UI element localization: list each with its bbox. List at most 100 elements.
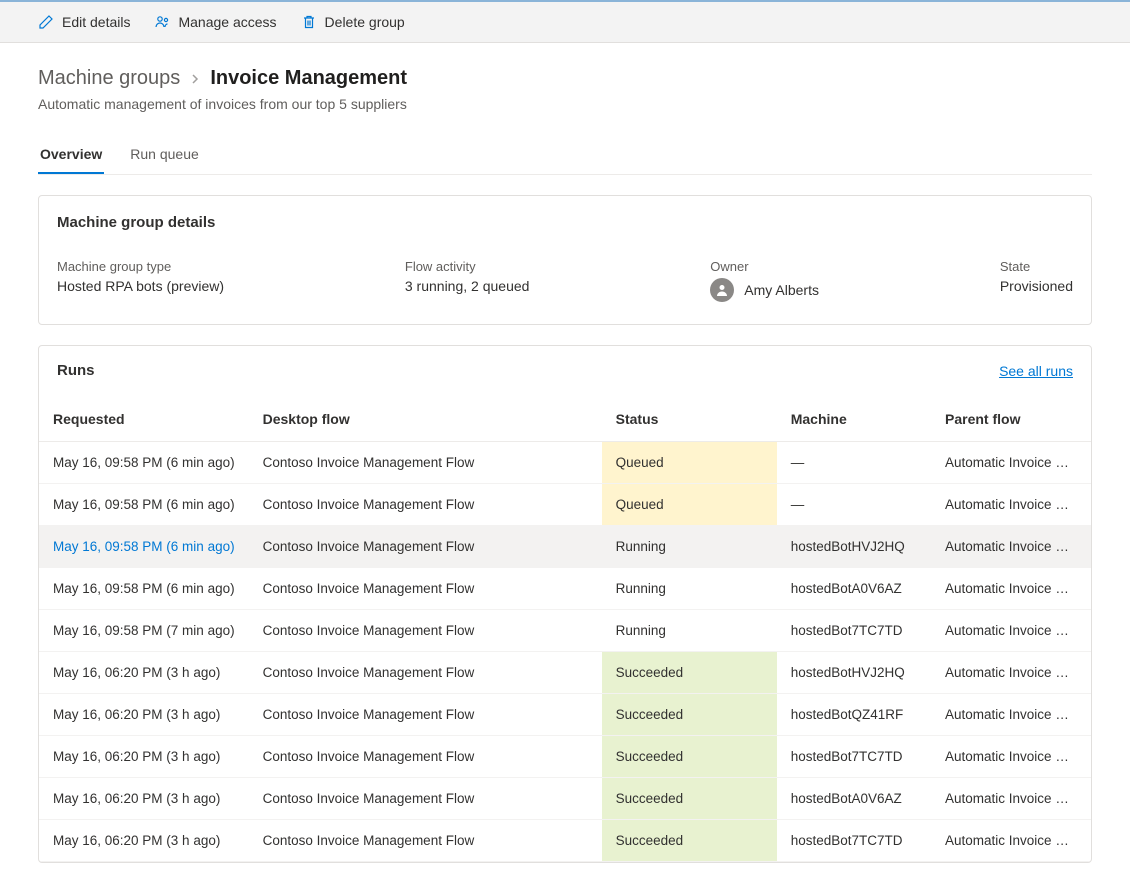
avatar <box>710 278 734 302</box>
col-parent-flow[interactable]: Parent flow <box>931 397 1091 442</box>
tab-overview[interactable]: Overview <box>38 136 104 174</box>
cell-requested: May 16, 06:20 PM (3 h ago) <box>39 694 249 736</box>
breadcrumb-parent[interactable]: Machine groups <box>38 67 180 90</box>
cell-flow: Contoso Invoice Management Flow <box>249 610 602 652</box>
cell-machine: hostedBot7TC7TD <box>777 820 931 862</box>
cell-parent: Automatic Invoice Manage... <box>931 568 1091 610</box>
cell-status: Succeeded <box>602 820 777 862</box>
cell-flow: Contoso Invoice Management Flow <box>249 820 602 862</box>
toolbar: Edit details Manage access Delete group <box>0 0 1130 43</box>
cell-parent: Automatic Invoice Manage... <box>931 484 1091 526</box>
cell-machine: — <box>777 484 931 526</box>
cell-requested: May 16, 06:20 PM (3 h ago) <box>39 736 249 778</box>
table-row[interactable]: May 16, 06:20 PM (3 h ago)Contoso Invoic… <box>39 736 1091 778</box>
cell-parent: Automatic Invoice Manage... <box>931 736 1091 778</box>
detail-state-value: Provisioned <box>1000 278 1073 294</box>
cell-machine: hostedBotHVJ2HQ <box>777 652 931 694</box>
see-all-runs-link[interactable]: See all runs <box>999 363 1073 379</box>
cell-requested: May 16, 09:58 PM (6 min ago) <box>39 484 249 526</box>
runs-card: Runs See all runs Requested Desktop flow… <box>38 345 1092 863</box>
cell-status: Queued <box>602 442 777 484</box>
table-row[interactable]: May 16, 09:58 PM (6 min ago)Contoso Invo… <box>39 568 1091 610</box>
col-status[interactable]: Status <box>602 397 777 442</box>
detail-type-label: Machine group type <box>57 259 224 274</box>
delete-group-button[interactable]: Delete group <box>301 14 405 30</box>
detail-state-label: State <box>1000 259 1073 274</box>
cell-flow: Contoso Invoice Management Flow <box>249 736 602 778</box>
cell-status: Running <box>602 610 777 652</box>
table-row[interactable]: May 16, 06:20 PM (3 h ago)Contoso Invoic… <box>39 694 1091 736</box>
detail-activity-label: Flow activity <box>405 259 530 274</box>
cell-flow: Contoso Invoice Management Flow <box>249 778 602 820</box>
cell-parent: Automatic Invoice Manage... <box>931 610 1091 652</box>
cell-flow: Contoso Invoice Management Flow <box>249 694 602 736</box>
page-description: Automatic management of invoices from ou… <box>38 96 1092 112</box>
details-card: Machine group details Machine group type… <box>38 195 1092 325</box>
pencil-icon <box>38 14 54 30</box>
chevron-right-icon <box>190 71 200 87</box>
cell-flow: Contoso Invoice Management Flow <box>249 652 602 694</box>
edit-details-button[interactable]: Edit details <box>38 14 130 30</box>
tab-run-queue[interactable]: Run queue <box>128 136 201 174</box>
edit-details-label: Edit details <box>62 14 130 30</box>
manage-access-button[interactable]: Manage access <box>154 14 276 30</box>
cell-status: Running <box>602 568 777 610</box>
col-machine[interactable]: Machine <box>777 397 931 442</box>
detail-type: Machine group type Hosted RPA bots (prev… <box>57 259 224 302</box>
breadcrumb: Machine groups Invoice Management <box>38 67 1092 90</box>
table-row[interactable]: May 16, 09:58 PM (6 min ago)Contoso Invo… <box>39 526 1091 568</box>
cell-status: Running <box>602 526 777 568</box>
cell-parent: Automatic Invoice Manage... <box>931 526 1091 568</box>
detail-type-value: Hosted RPA bots (preview) <box>57 278 224 294</box>
details-title: Machine group details <box>57 214 1073 231</box>
cell-flow: Contoso Invoice Management Flow <box>249 568 602 610</box>
table-row[interactable]: May 16, 06:20 PM (3 h ago)Contoso Invoic… <box>39 652 1091 694</box>
cell-requested: May 16, 06:20 PM (3 h ago) <box>39 778 249 820</box>
cell-requested: May 16, 06:20 PM (3 h ago) <box>39 820 249 862</box>
cell-parent: Automatic Invoice Manage... <box>931 778 1091 820</box>
cell-parent: Automatic Invoice Manage... <box>931 820 1091 862</box>
people-icon <box>154 14 170 30</box>
cell-requested: May 16, 09:58 PM (6 min ago) <box>39 442 249 484</box>
cell-parent: Automatic Invoice Manage... <box>931 442 1091 484</box>
col-requested[interactable]: Requested <box>39 397 249 442</box>
cell-requested: May 16, 09:58 PM (7 min ago) <box>39 610 249 652</box>
cell-parent: Automatic Invoice Manage... <box>931 694 1091 736</box>
cell-status: Succeeded <box>602 694 777 736</box>
cell-flow: Contoso Invoice Management Flow <box>249 484 602 526</box>
cell-flow: Contoso Invoice Management Flow <box>249 442 602 484</box>
cell-status: Succeeded <box>602 652 777 694</box>
manage-access-label: Manage access <box>178 14 276 30</box>
col-desktop-flow[interactable]: Desktop flow <box>249 397 602 442</box>
cell-machine: hostedBotHVJ2HQ <box>777 526 931 568</box>
table-row[interactable]: May 16, 06:20 PM (3 h ago)Contoso Invoic… <box>39 778 1091 820</box>
tabs: Overview Run queue <box>38 136 1092 175</box>
cell-machine: hostedBot7TC7TD <box>777 736 931 778</box>
cell-requested: May 16, 09:58 PM (6 min ago) <box>39 568 249 610</box>
table-row[interactable]: May 16, 06:20 PM (3 h ago)Contoso Invoic… <box>39 820 1091 862</box>
detail-state: State Provisioned <box>1000 259 1073 302</box>
delete-group-label: Delete group <box>325 14 405 30</box>
cell-parent: Automatic Invoice Manage... <box>931 652 1091 694</box>
table-row[interactable]: May 16, 09:58 PM (7 min ago)Contoso Invo… <box>39 610 1091 652</box>
breadcrumb-current: Invoice Management <box>210 67 407 90</box>
runs-title: Runs <box>57 362 95 379</box>
runs-table: Requested Desktop flow Status Machine Pa… <box>39 397 1091 862</box>
cell-machine: hostedBotA0V6AZ <box>777 568 931 610</box>
detail-activity-value: 3 running, 2 queued <box>405 278 530 294</box>
trash-icon <box>301 14 317 30</box>
cell-requested: May 16, 09:58 PM (6 min ago) <box>39 526 249 568</box>
cell-status: Succeeded <box>602 736 777 778</box>
cell-machine: hostedBotQZ41RF <box>777 694 931 736</box>
detail-owner: Owner Amy Alberts <box>710 259 819 302</box>
cell-requested: May 16, 06:20 PM (3 h ago) <box>39 652 249 694</box>
table-row[interactable]: May 16, 09:58 PM (6 min ago)Contoso Invo… <box>39 484 1091 526</box>
table-row[interactable]: May 16, 09:58 PM (6 min ago)Contoso Invo… <box>39 442 1091 484</box>
cell-machine: hostedBotA0V6AZ <box>777 778 931 820</box>
detail-owner-value: Amy Alberts <box>744 282 819 298</box>
cell-flow: Contoso Invoice Management Flow <box>249 526 602 568</box>
cell-machine: — <box>777 442 931 484</box>
cell-status: Queued <box>602 484 777 526</box>
cell-machine: hostedBot7TC7TD <box>777 610 931 652</box>
detail-owner-label: Owner <box>710 259 819 274</box>
